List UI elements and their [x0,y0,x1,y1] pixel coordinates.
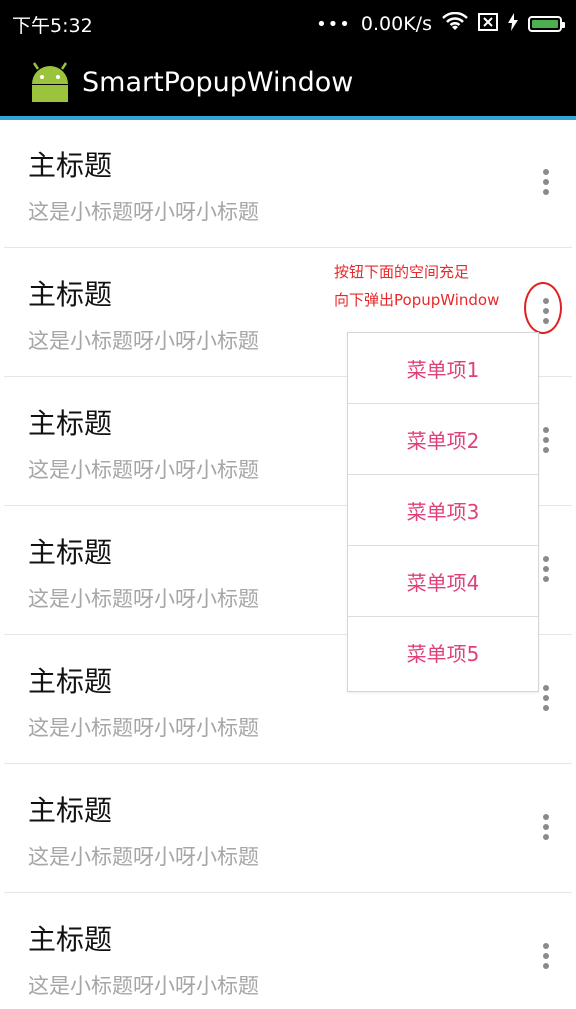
sim-icon [478,12,498,36]
annotation-note: 按钮下面的空间充足 向下弹出PopupWindow [334,258,524,314]
list-item[interactable]: 主标题 这是小标题呀小呀小标题 [4,765,572,893]
battery-icon [528,16,565,32]
more-vert-icon[interactable] [534,805,558,849]
more-vert-icon[interactable] [534,160,558,204]
list-item[interactable]: 主标题 这是小标题呀小呀小标题 [4,120,572,248]
item-title: 主标题 [28,149,113,182]
charging-icon [508,12,518,36]
item-subtitle: 这是小标题呀小呀小标题 [28,458,259,482]
highlight-circle [524,282,562,334]
status-bar: 下午5:32 ••• 0.00K/s [0,0,576,48]
popup-menu-item-4[interactable]: 菜单项4 [348,546,538,617]
popup-menu-item-3[interactable]: 菜单项3 [348,475,538,546]
app-title: SmartPopupWindow [82,66,354,98]
android-icon [28,62,72,102]
action-bar: SmartPopupWindow [0,48,576,116]
item-title: 主标题 [28,536,113,569]
list-item[interactable]: 主标题 这是小标题呀小呀小标题 [4,894,572,1009]
item-subtitle: 这是小标题呀小呀小标题 [28,974,259,998]
item-title: 主标题 [28,923,113,956]
item-subtitle: 这是小标题呀小呀小标题 [28,329,259,353]
item-subtitle: 这是小标题呀小呀小标题 [28,845,259,869]
item-subtitle: 这是小标题呀小呀小标题 [28,587,259,611]
item-title: 主标题 [28,278,113,311]
status-icons: ••• 0.00K/s [316,0,565,48]
popup-menu-item-5[interactable]: 菜单项5 [348,617,538,688]
item-title: 主标题 [28,407,113,440]
item-title: 主标题 [28,794,113,827]
wifi-icon [442,11,468,37]
popup-menu: 菜单项1 菜单项2 菜单项3 菜单项4 菜单项5 [347,332,539,692]
popup-menu-item-1[interactable]: 菜单项1 [348,333,538,404]
annotation-line-2: 向下弹出PopupWindow [334,291,500,309]
network-speed: 0.00K/s [360,13,432,35]
more-vert-icon[interactable] [534,934,558,978]
more-dots-icon: ••• [316,13,351,35]
item-title: 主标题 [28,665,113,698]
item-subtitle: 这是小标题呀小呀小标题 [28,200,259,224]
popup-menu-item-2[interactable]: 菜单项2 [348,404,538,475]
status-time: 下午5:32 [12,14,93,37]
item-subtitle: 这是小标题呀小呀小标题 [28,716,259,740]
annotation-line-1: 按钮下面的空间充足 [334,263,470,281]
